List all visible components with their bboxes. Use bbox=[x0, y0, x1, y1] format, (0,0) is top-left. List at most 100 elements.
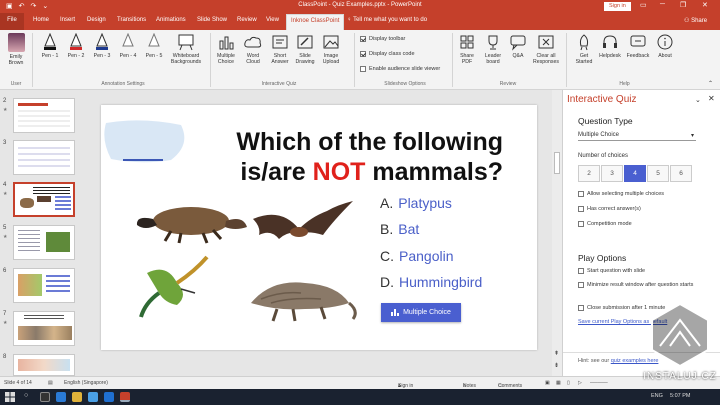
checkbox[interactable] bbox=[360, 36, 366, 42]
minimize-result-checkbox[interactable]: Minimize result window after question st… bbox=[578, 282, 714, 288]
pen-2-button[interactable]: Pen - 2 bbox=[64, 33, 88, 59]
task-view-icon[interactable] bbox=[40, 392, 50, 402]
windows-start-icon[interactable] bbox=[5, 392, 15, 402]
word-cloud-button[interactable]: Word Cloud bbox=[240, 33, 266, 65]
checkbox[interactable] bbox=[360, 51, 366, 57]
collapse-ribbon-icon[interactable]: ⌃ bbox=[708, 80, 713, 87]
tab-home[interactable]: Home bbox=[33, 17, 49, 23]
normal-view-icon[interactable]: ▣ bbox=[545, 380, 550, 386]
panel-close-icon[interactable]: ✕ bbox=[708, 94, 715, 103]
question-type-dropdown[interactable]: Multiple Choice ▾ bbox=[578, 130, 696, 141]
tab-slide-show[interactable]: Slide Show bbox=[197, 17, 227, 23]
slide-thumbnail[interactable] bbox=[13, 268, 75, 303]
image-upload-button[interactable]: Image Upload bbox=[318, 33, 344, 65]
checkbox[interactable] bbox=[578, 221, 584, 227]
checkbox[interactable] bbox=[578, 206, 584, 212]
close-icon[interactable]: ✕ bbox=[702, 1, 708, 9]
whiteboard-icon bbox=[178, 34, 194, 51]
pen-3-button[interactable]: Pen - 3 bbox=[90, 33, 114, 59]
animation-star-icon: ★ bbox=[3, 107, 8, 113]
tab-animations[interactable]: Animations bbox=[156, 17, 186, 23]
checkbox[interactable] bbox=[578, 191, 584, 197]
pen-icon bbox=[96, 33, 108, 50]
panel-options-icon[interactable]: ⌄ bbox=[695, 96, 701, 104]
share-button[interactable]: ⚇ Share bbox=[684, 17, 707, 24]
checkbox[interactable] bbox=[578, 305, 584, 311]
file-explorer-icon[interactable] bbox=[72, 392, 82, 402]
competition-mode-checkbox[interactable]: Competition mode bbox=[578, 221, 632, 227]
multiple-choice-button[interactable]: Multiple Choice bbox=[213, 33, 239, 65]
leaderboard-button[interactable]: Leader board bbox=[480, 33, 506, 65]
checkbox[interactable] bbox=[578, 282, 584, 288]
slide-sorter-icon[interactable]: ▦ bbox=[556, 380, 561, 386]
slide-thumbnail[interactable] bbox=[13, 311, 75, 346]
slide-thumbnail[interactable] bbox=[13, 354, 75, 376]
store-icon[interactable] bbox=[88, 392, 98, 402]
scroll-thumb[interactable] bbox=[554, 152, 560, 174]
rocket-icon bbox=[579, 34, 589, 51]
headset-icon bbox=[603, 35, 617, 48]
multiple-choice-quiz-button[interactable]: Multiple Choice bbox=[381, 303, 461, 322]
choices-4-button[interactable]: 4 bbox=[624, 165, 646, 182]
tell-me-search[interactable]: ♀ Tell me what you want to do bbox=[347, 17, 427, 23]
allow-multiple-checkbox[interactable]: Allow selecting multiple choices bbox=[578, 191, 664, 197]
has-correct-answer-checkbox[interactable]: Has correct answer(s) bbox=[578, 206, 641, 212]
powerpoint-taskbar-icon[interactable] bbox=[120, 392, 130, 402]
checkbox[interactable] bbox=[578, 268, 584, 274]
get-started-button[interactable]: Get Started bbox=[572, 33, 596, 65]
search-icon[interactable]: ○ bbox=[24, 392, 28, 399]
slide-drawing-button[interactable]: Slide Drawing bbox=[292, 33, 318, 65]
display-class-code-checkbox[interactable]: Display class code bbox=[360, 51, 415, 57]
clear-all-responses-button[interactable]: Clear all Responses bbox=[531, 33, 561, 65]
feedback-button[interactable]: Feedback bbox=[624, 33, 652, 59]
pen-5-button[interactable]: Pen - 5 bbox=[142, 33, 166, 59]
pen-4-button[interactable]: Pen - 4 bbox=[116, 33, 140, 59]
start-with-slide-checkbox[interactable]: Start question with slide bbox=[578, 268, 645, 274]
minimize-icon[interactable]: ─ bbox=[660, 1, 665, 8]
pen-1-button[interactable]: Pen - 1 bbox=[38, 33, 62, 59]
spellcheck-icon[interactable]: ▤ bbox=[48, 380, 53, 386]
slide-canvas[interactable]: Which of the following is/are NOT mammal… bbox=[101, 105, 537, 350]
clock[interactable]: 5:07 PM bbox=[670, 393, 690, 399]
choices-2-button[interactable]: 2 bbox=[578, 165, 600, 182]
maximize-icon[interactable]: ❐ bbox=[680, 1, 686, 9]
whiteboard-backgrounds-button[interactable]: Whiteboard Backgrounds bbox=[166, 33, 206, 65]
choices-5-button[interactable]: 5 bbox=[647, 165, 669, 182]
sign-in-button[interactable]: Sign in bbox=[604, 2, 631, 11]
next-slide-icon[interactable]: ⇟ bbox=[554, 362, 559, 369]
tab-insert[interactable]: Insert bbox=[60, 17, 75, 23]
qa-button[interactable]: Q&A bbox=[506, 33, 530, 59]
display-toolbar-checkbox[interactable]: Display toolbar bbox=[360, 36, 405, 42]
short-answer-button[interactable]: Short Answer bbox=[267, 33, 293, 65]
tab-transitions[interactable]: Transitions bbox=[117, 17, 146, 23]
slide-thumbnail[interactable] bbox=[13, 225, 75, 260]
slide-thumbnail[interactable] bbox=[13, 98, 75, 133]
choices-6-button[interactable]: 6 bbox=[670, 165, 692, 182]
slide-thumbnail[interactable] bbox=[13, 140, 75, 175]
prev-slide-icon[interactable]: ⇞ bbox=[554, 350, 559, 357]
user-avatar-button[interactable]: Emily Brown bbox=[3, 33, 29, 66]
reading-view-icon[interactable]: ▯ bbox=[567, 380, 570, 386]
tab-view[interactable]: View bbox=[266, 17, 279, 23]
tab-inknoe-classpoint[interactable]: Inknoe ClassPoint bbox=[286, 14, 345, 30]
edge-icon[interactable] bbox=[56, 392, 66, 402]
helpdesk-button[interactable]: Helpdesk bbox=[597, 33, 623, 59]
checkbox[interactable] bbox=[360, 66, 366, 72]
tab-design[interactable]: Design bbox=[87, 17, 106, 23]
tab-file[interactable]: File bbox=[0, 13, 24, 30]
slide-scrollbar[interactable]: ⇞ ⇟ bbox=[552, 90, 562, 376]
share-pdf-button[interactable]: Share PDF bbox=[455, 33, 479, 65]
about-button[interactable]: About bbox=[653, 33, 677, 59]
ribbon-display-icon[interactable]: ▭ bbox=[640, 1, 647, 9]
language-indicator[interactable]: ENG bbox=[651, 393, 663, 399]
share-icon: ⚇ bbox=[684, 18, 690, 24]
choices-3-button[interactable]: 3 bbox=[601, 165, 623, 182]
zoom-slider[interactable]: ───── bbox=[590, 380, 608, 386]
slide-number: 3 bbox=[3, 140, 7, 146]
slide-thumbnail-selected[interactable] bbox=[13, 182, 75, 217]
mail-icon[interactable] bbox=[104, 392, 114, 402]
tab-review[interactable]: Review bbox=[237, 17, 257, 23]
enable-audience-viewer-checkbox[interactable]: Enable audience slide viewer bbox=[360, 66, 440, 72]
language-indicator[interactable]: English (Singapore) bbox=[64, 380, 108, 386]
slideshow-view-icon[interactable]: ▷ bbox=[578, 380, 582, 386]
